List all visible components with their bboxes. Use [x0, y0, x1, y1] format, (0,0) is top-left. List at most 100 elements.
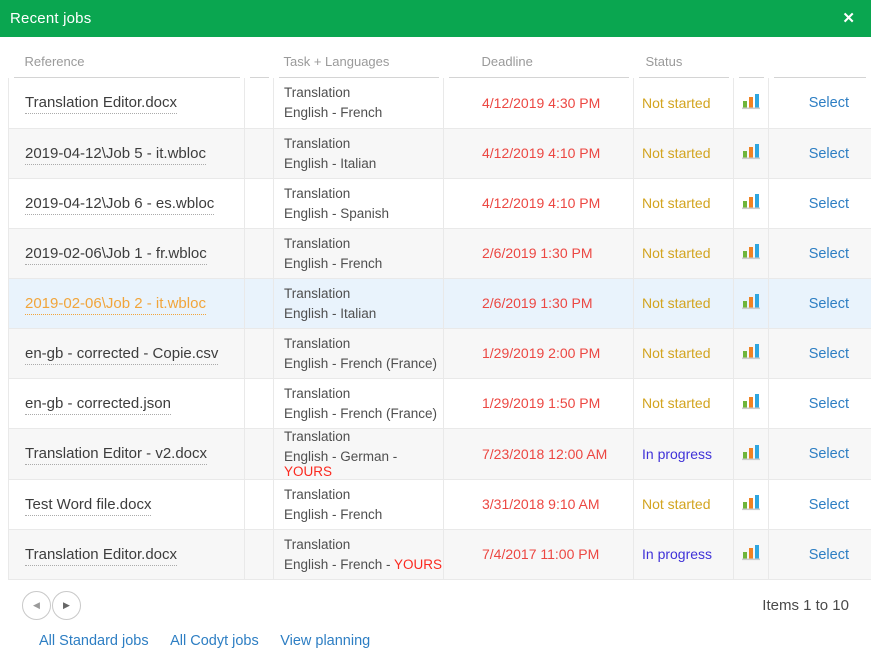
job-reference-link[interactable]: 2019-02-06\Job 2 - it.wbloc [25, 295, 206, 315]
column-header-spacer [245, 37, 274, 78]
job-reference-link[interactable]: Test Word file.docx [25, 496, 151, 516]
bar-chart-icon[interactable] [742, 343, 761, 360]
select-job-link[interactable]: Select [809, 547, 849, 563]
status-text: In progress [642, 446, 712, 462]
table-row[interactable]: 2019-04-12\Job 6 - es.wbloc Translation … [9, 178, 871, 228]
reference-cell: 2019-04-12\Job 6 - es.wbloc [9, 178, 245, 228]
bar-chart-icon[interactable] [742, 544, 761, 561]
table-row[interactable]: Test Word file.docx Translation English … [9, 479, 871, 529]
status-cell: In progress [634, 428, 734, 479]
job-reference-link[interactable]: Translation Editor.docx [25, 94, 177, 114]
task-languages-cell: Translation English - French - YOURS [274, 529, 444, 579]
deadline-text: 7/4/2017 11:00 PM [482, 546, 599, 562]
all-standard-jobs-link[interactable]: All Standard jobs [39, 633, 149, 649]
reference-cell: 2019-04-12\Job 5 - it.wbloc [9, 128, 245, 178]
bar-chart-icon[interactable] [742, 444, 761, 461]
deadline-text: 2/6/2019 1:30 PM [482, 245, 593, 261]
deadline-cell: 4/12/2019 4:10 PM [444, 128, 634, 178]
deadline-cell: 3/31/2018 9:10 AM [444, 479, 634, 529]
status-cell: Not started [634, 328, 734, 378]
job-reference-link[interactable]: 2019-04-12\Job 6 - es.wbloc [25, 195, 214, 215]
language-pair: English - Spanish [284, 206, 443, 221]
job-reference-link[interactable]: 2019-04-12\Job 5 - it.wbloc [25, 145, 206, 165]
table-row[interactable]: Translation Editor.docx Translation Engl… [9, 78, 871, 128]
job-reference-link[interactable]: Translation Editor.docx [25, 546, 177, 566]
table-row[interactable]: Translation Editor - v2.docx Translation… [9, 428, 871, 479]
spacer-cell [245, 228, 274, 278]
select-job-link[interactable]: Select [809, 246, 849, 262]
status-cell: In progress [634, 529, 734, 579]
deadline-text: 7/23/2018 12:00 AM [482, 446, 607, 462]
bar-chart-icon[interactable] [742, 143, 761, 160]
dialog-title: Recent jobs [10, 10, 91, 27]
table-row[interactable]: 2019-02-06\Job 2 - it.wbloc Translation … [9, 278, 871, 328]
select-cell: Select [769, 479, 871, 529]
select-job-link[interactable]: Select [809, 396, 849, 412]
job-reference-link[interactable]: 2019-02-06\Job 1 - fr.wbloc [25, 245, 207, 265]
languages-text: English - French - [284, 557, 394, 572]
bar-chart-icon[interactable] [742, 243, 761, 260]
items-range-label: Items 1 to 10 [762, 597, 849, 614]
spacer-cell [245, 78, 274, 128]
recent-jobs-table: Reference Task + Languages Deadline Stat… [8, 37, 871, 580]
job-reference-link[interactable]: Translation Editor - v2.docx [25, 445, 207, 465]
status-text: Not started [642, 145, 710, 161]
language-pair: English - Italian [284, 306, 443, 321]
job-reference-link[interactable]: en-gb - corrected - Copie.csv [25, 345, 218, 365]
select-cell: Select [769, 228, 871, 278]
status-text: Not started [642, 496, 710, 512]
yours-flag: YOURS [394, 557, 442, 572]
select-job-link[interactable]: Select [809, 95, 849, 111]
bar-chart-icon[interactable] [742, 93, 761, 110]
status-cell: Not started [634, 78, 734, 128]
column-header-chart [734, 37, 769, 78]
task-type: Translation [284, 429, 443, 444]
close-button[interactable]: ✕ [840, 9, 857, 28]
languages-text: English - German - [284, 449, 397, 464]
reference-cell: 2019-02-06\Job 1 - fr.wbloc [9, 228, 245, 278]
all-codyt-jobs-link[interactable]: All Codyt jobs [170, 633, 259, 649]
prev-page-button[interactable]: ◀ [22, 591, 51, 620]
status-text: Not started [642, 245, 710, 261]
task-languages-cell: Translation English - German - YOURS [274, 428, 444, 479]
right-arrow-icon: ▶ [63, 601, 70, 610]
deadline-cell: 2/6/2019 1:30 PM [444, 228, 634, 278]
bar-chart-icon[interactable] [742, 494, 761, 511]
select-job-link[interactable]: Select [809, 497, 849, 513]
job-reference-link[interactable]: en-gb - corrected.json [25, 395, 171, 415]
spacer-cell [245, 479, 274, 529]
table-row[interactable]: en-gb - corrected - Copie.csv Translatio… [9, 328, 871, 378]
spacer-cell [245, 278, 274, 328]
languages-text: English - Italian [284, 156, 376, 171]
languages-text: English - Spanish [284, 206, 389, 221]
column-header-reference: Reference [9, 37, 245, 78]
table-row[interactable]: 2019-04-12\Job 5 - it.wbloc Translation … [9, 128, 871, 178]
task-languages-cell: Translation English - French [274, 479, 444, 529]
bar-chart-icon[interactable] [742, 393, 761, 410]
table-row[interactable]: Translation Editor.docx Translation Engl… [9, 529, 871, 579]
language-pair: English - French [284, 507, 443, 522]
select-cell: Select [769, 178, 871, 228]
next-page-button[interactable]: ▶ [52, 591, 81, 620]
select-job-link[interactable]: Select [809, 196, 849, 212]
bar-chart-icon[interactable] [742, 293, 761, 310]
table-row[interactable]: 2019-02-06\Job 1 - fr.wbloc Translation … [9, 228, 871, 278]
chart-cell [734, 228, 769, 278]
view-planning-link[interactable]: View planning [280, 633, 370, 649]
select-job-link[interactable]: Select [809, 346, 849, 362]
task-type: Translation [284, 386, 443, 401]
select-job-link[interactable]: Select [809, 446, 849, 462]
column-header-select [769, 37, 871, 78]
language-pair: English - French [284, 256, 443, 271]
status-text: Not started [642, 195, 710, 211]
select-job-link[interactable]: Select [809, 146, 849, 162]
status-text: Not started [642, 345, 710, 361]
reference-cell: 2019-02-06\Job 2 - it.wbloc [9, 278, 245, 328]
deadline-cell: 7/23/2018 12:00 AM [444, 428, 634, 479]
table-row[interactable]: en-gb - corrected.json Translation Engli… [9, 378, 871, 428]
select-job-link[interactable]: Select [809, 296, 849, 312]
status-cell: Not started [634, 228, 734, 278]
task-languages-cell: Translation English - French [274, 228, 444, 278]
footer-links: All Standard jobs All Codyt jobs View pl… [39, 632, 849, 650]
bar-chart-icon[interactable] [742, 193, 761, 210]
